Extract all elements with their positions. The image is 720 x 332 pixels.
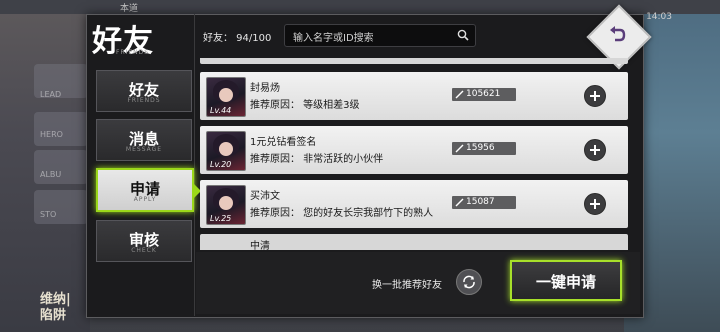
list-item: Lv.25 买沛文 推荐原因： 您的好友长宗我部竹下的熟人 15087	[200, 180, 628, 228]
power-value: 105621	[466, 89, 501, 99]
clock: 14:03	[646, 12, 672, 22]
player-name: 买沛文	[250, 191, 280, 202]
list-item: Lv.20 1元兑钻看签名 推荐原因： 非常活跃的小伙伴 15956	[200, 126, 628, 174]
search-icon[interactable]	[457, 29, 469, 41]
background-top-text: 本道	[120, 4, 139, 14]
background-side-button	[34, 112, 88, 146]
refresh-label: 换一批推荐好友	[372, 280, 442, 291]
power-value: 15956	[466, 143, 495, 153]
list-item	[200, 58, 628, 64]
power-badge: 105621	[452, 88, 516, 101]
background-side-label: ALBU	[40, 170, 62, 179]
refresh-button[interactable]	[456, 269, 482, 295]
tab-messages[interactable]: 消息 MESSAGE	[96, 119, 192, 161]
tab-sub: MESSAGE	[125, 146, 163, 153]
power-badge: 15087	[452, 196, 516, 209]
tab-friends[interactable]: 好友 FRIENDS	[96, 70, 192, 112]
apply-all-button[interactable]: 一键申请	[510, 260, 622, 301]
panel-divider	[194, 14, 195, 316]
recommend-reason: 推荐原因： 等级相差3级	[250, 100, 360, 111]
refresh-icon	[463, 275, 475, 289]
search-input[interactable]: 输入名字或ID搜索	[284, 24, 476, 47]
add-friend-button[interactable]	[584, 85, 606, 107]
search-placeholder: 输入名字或ID搜索	[293, 33, 374, 44]
background-side-label: LEAD	[40, 90, 62, 99]
player-name: 中清	[250, 241, 270, 250]
friend-count: 好友： 94/100	[203, 33, 272, 44]
apply-all-label: 一键申请	[535, 273, 596, 291]
avatar[interactable]: Lv.20	[206, 131, 246, 171]
recommend-reason: 推荐原因： 您的好友长宗我部竹下的熟人	[250, 208, 434, 219]
level-badge: Lv.25	[210, 214, 232, 223]
tab-sub: CHECK	[131, 247, 157, 254]
list-item: 中清	[200, 234, 628, 250]
sword-icon	[455, 198, 464, 207]
sword-icon	[455, 144, 464, 153]
tab-review[interactable]: 审核 CHECK	[96, 220, 192, 262]
tab-apply[interactable]: 申请 APPLY	[96, 168, 201, 212]
list-item: Lv.44 封易炀 推荐原因： 等级相差3级 105621	[200, 72, 628, 120]
player-name: 封易炀	[250, 83, 280, 94]
power-badge: 15956	[452, 142, 516, 155]
player-name: 1元兑钻看签名	[250, 137, 317, 148]
level-badge: Lv.20	[210, 160, 232, 169]
add-friend-button[interactable]	[584, 139, 606, 161]
recommend-reason: 推荐原因： 非常活跃的小伙伴	[250, 154, 384, 165]
background-side-label: HERO	[40, 130, 63, 139]
avatar[interactable]: Lv.25	[206, 185, 246, 225]
dialog-title-sub: FRIENDS	[116, 49, 150, 56]
avatar[interactable]: Lv.44	[206, 77, 246, 117]
background-bottom-text: 维纳| 陷阱	[40, 292, 71, 323]
sword-icon	[455, 90, 464, 99]
tab-sub: FRIENDS	[127, 97, 161, 104]
recommended-list[interactable]: Lv.44 封易炀 推荐原因： 等级相差3级 105621 Lv.20 1元兑钻…	[198, 58, 630, 250]
level-badge: Lv.44	[210, 106, 232, 115]
tab-sub: APPLY	[133, 196, 157, 203]
back-arrow-icon[interactable]	[606, 24, 628, 46]
power-value: 15087	[466, 197, 495, 207]
add-friend-button[interactable]	[584, 193, 606, 215]
background-side-label: STO	[40, 210, 57, 219]
